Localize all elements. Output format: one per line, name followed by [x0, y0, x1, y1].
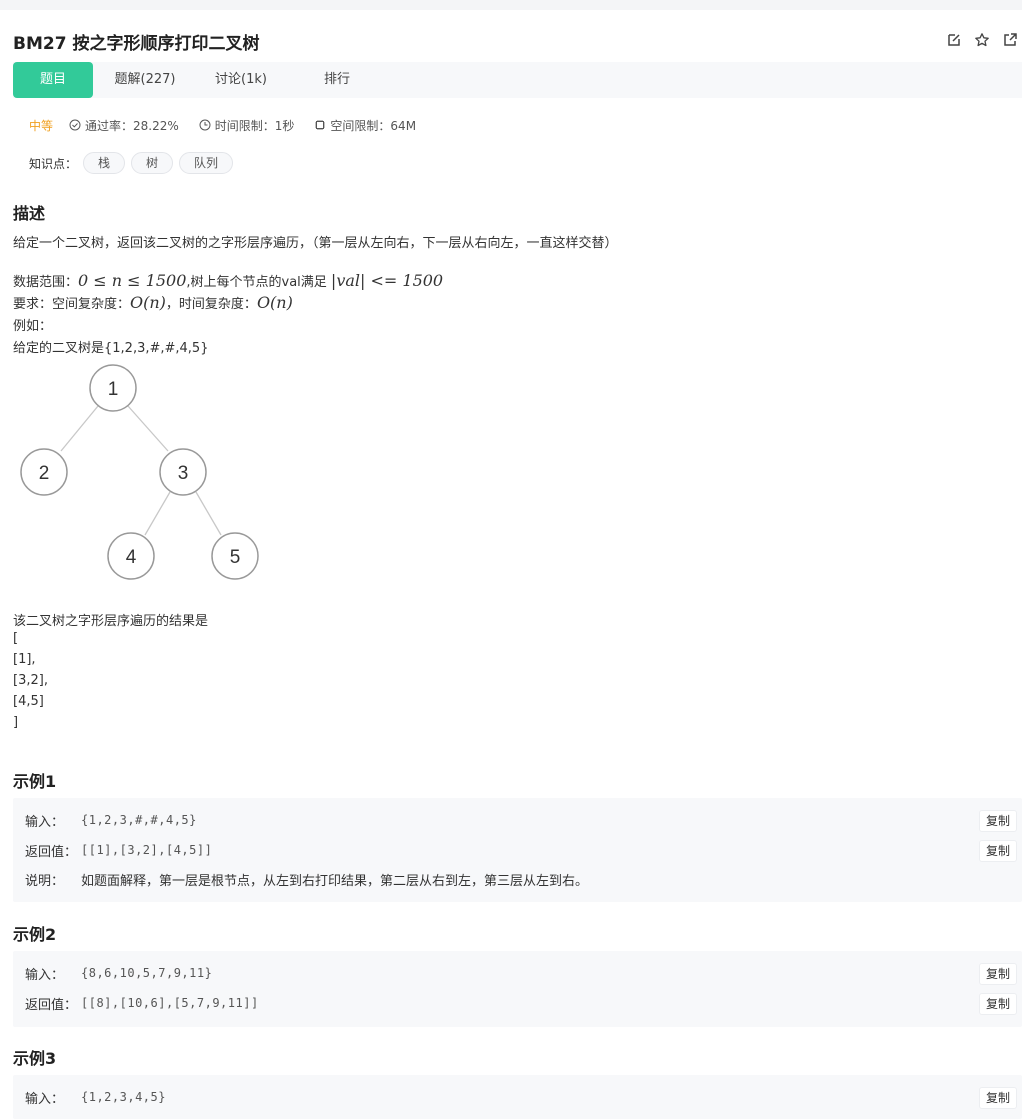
- description-intro: 给定一个二叉树，返回该二叉树的之字形层序遍历，（第一层从左向右，下一层从右向左，…: [13, 236, 618, 251]
- tree-node-label: 3: [178, 463, 189, 484]
- input-label: 输入：: [25, 967, 65, 983]
- tree-edge: [60, 405, 99, 452]
- top-strip: [0, 0, 1022, 10]
- tree-node-label: 2: [39, 463, 50, 484]
- tag-stack[interactable]: 栈: [83, 152, 126, 174]
- example-2-input: {8,6,10,5,7,9,11}: [81, 966, 213, 980]
- chip-icon: [315, 120, 326, 130]
- data-range: 数据范围：0 ≤ n ≤ 1500,树上每个节点的val满足 |val| <= …: [13, 271, 443, 290]
- tab-solutions[interactable]: 题解(227): [93, 62, 197, 98]
- example-1-input: {1,2,3,#,#,4,5}: [81, 813, 197, 827]
- tab-problem[interactable]: 题目: [13, 62, 93, 98]
- knowledge-points: 知识点： 栈 树 队列: [29, 152, 234, 174]
- check-circle-icon: [69, 119, 81, 131]
- range-mid: ,树上每个节点的val满足: [186, 275, 331, 290]
- note-label: 说明：: [25, 873, 65, 889]
- result-line: [1],: [13, 652, 36, 667]
- copy-button[interactable]: 复制: [979, 810, 1017, 832]
- result-intro: 该二叉树之字形层序遍历的结果是: [13, 614, 209, 629]
- tab-ranking[interactable]: 排行: [285, 62, 389, 98]
- pass-rate: 通过率：28.22%: [69, 117, 179, 134]
- example-1-box: 输入： {1,2,3,#,#,4,5} 复制 返回值： [[1],[3,2],[…: [13, 798, 1022, 902]
- knowledge-label: 知识点：: [29, 156, 78, 171]
- example-3-input-row: 输入： {1,2,3,4,5}: [25, 1087, 166, 1107]
- tab-discussion[interactable]: 讨论(1k): [197, 62, 285, 98]
- result-line: [4,5]: [13, 694, 44, 709]
- input-label: 输入：: [25, 814, 65, 830]
- given-tree-text: 给定的二叉树是{1,2,3,#,#,4,5}: [13, 341, 209, 356]
- result-line: [3,2],: [13, 673, 48, 688]
- req-math-time: O(n): [256, 293, 293, 312]
- copy-button[interactable]: 复制: [979, 840, 1017, 862]
- pass-rate-text: 通过率：28.22%: [85, 118, 179, 133]
- input-label: 输入：: [25, 1091, 65, 1107]
- output-label: 返回值：: [25, 997, 78, 1013]
- description-heading: 描述: [13, 204, 46, 223]
- result-line: [: [13, 631, 19, 646]
- example-2-input-row: 输入： {8,6,10,5,7,9,11}: [25, 963, 212, 983]
- star-icon[interactable]: [974, 32, 990, 48]
- tree-node-label: 1: [108, 379, 119, 400]
- tag-tree[interactable]: 树: [131, 152, 174, 174]
- difficulty-badge: 中等: [29, 118, 54, 133]
- title-row: BM27 按之字形顺序打印二叉树: [13, 26, 1018, 56]
- range-math: 0 ≤ n ≤ 1500: [78, 271, 187, 290]
- requirement: 要求：空间复杂度：O(n)，时间复杂度：O(n): [13, 293, 293, 312]
- example-2-output: [[8],[10,6],[5,7,9,11]]: [81, 996, 259, 1010]
- tab-bar: 题目 题解(227) 讨论(1k) 排行: [13, 62, 1022, 98]
- time-limit: 时间限制：1秒: [199, 117, 295, 134]
- tree-edge: [195, 491, 222, 536]
- range-prefix: 数据范围：: [13, 275, 79, 290]
- clock-icon: [199, 119, 211, 131]
- req-prefix: 要求：空间复杂度：: [13, 297, 131, 312]
- copy-button[interactable]: 复制: [979, 1087, 1017, 1109]
- title-actions: [946, 32, 1018, 48]
- example-1-note-row: 说明： 如题面解释，第一层是根节点，从左到右打印结果，第二层从右到左，第三层从左…: [25, 869, 588, 889]
- example-3-box: 输入： {1,2,3,4,5} 复制: [13, 1075, 1022, 1119]
- example-2-heading: 示例2: [13, 925, 57, 944]
- tree-edge: [144, 491, 171, 536]
- binary-tree-diagram: 1 2 3 4 5: [20, 364, 259, 580]
- example-3-heading: 示例3: [13, 1049, 57, 1068]
- example-1-output-row: 返回值： [[1],[3,2],[4,5]]: [25, 840, 212, 860]
- range-math-val: |val| <= 1500: [330, 271, 444, 290]
- problem-meta: 中等 通过率：28.22% 时间限制：1秒 空间限制：64M: [29, 116, 436, 134]
- example-1-note: 如题面解释，第一层是根节点，从左到右打印结果，第二层从右到左，第三层从左到右。: [81, 873, 589, 889]
- tag-queue[interactable]: 队列: [179, 152, 234, 174]
- example-2-box: 输入： {8,6,10,5,7,9,11} 复制 返回值： [[8],[10,6…: [13, 951, 1022, 1027]
- share-icon[interactable]: [1002, 32, 1018, 48]
- req-math-space: O(n): [130, 293, 166, 312]
- tree-edge: [127, 405, 169, 452]
- req-mid: ，时间复杂度：: [165, 297, 257, 312]
- example-2-output-row: 返回值： [[8],[10,6],[5,7,9,11]]: [25, 993, 259, 1013]
- copy-button[interactable]: 复制: [979, 993, 1017, 1015]
- example-1-heading: 示例1: [13, 772, 57, 791]
- example-1-input-row: 输入： {1,2,3,#,#,4,5}: [25, 810, 197, 830]
- time-limit-text: 时间限制：1秒: [214, 118, 295, 133]
- tree-node-label: 4: [126, 547, 137, 568]
- space-limit-text: 空间限制：64M: [330, 118, 417, 133]
- page-title: BM27 按之字形顺序打印二叉树: [13, 33, 260, 54]
- output-label: 返回值：: [25, 844, 78, 860]
- tree-node-label: 5: [230, 547, 241, 568]
- result-line: ]: [13, 715, 19, 730]
- edit-icon[interactable]: [946, 32, 962, 48]
- copy-button[interactable]: 复制: [979, 963, 1017, 985]
- example-1-output: [[1],[3,2],[4,5]]: [81, 843, 213, 857]
- space-limit: 空间限制：64M: [314, 117, 416, 134]
- example-label: 例如：: [13, 319, 53, 334]
- example-3-input: {1,2,3,4,5}: [81, 1090, 166, 1104]
